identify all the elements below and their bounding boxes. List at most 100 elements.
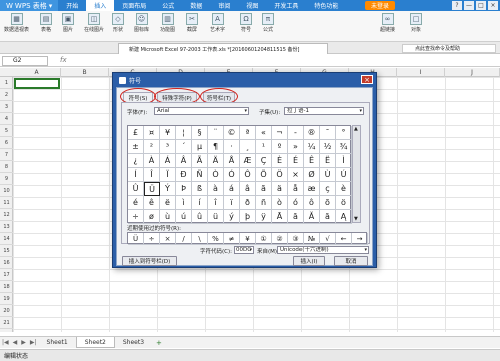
- recent-symbol-cell[interactable]: ÷: [144, 233, 160, 245]
- recent-symbol-cell[interactable]: →: [352, 233, 368, 245]
- row-header-cell[interactable]: 2: [0, 89, 13, 101]
- column-header-cell[interactable]: J: [445, 68, 500, 77]
- symbol-cell[interactable]: Õ: [256, 168, 272, 182]
- recent-symbol-cell[interactable]: ①: [256, 233, 272, 245]
- symbol-cell[interactable]: é: [128, 196, 144, 210]
- row-header-cell[interactable]: 17: [0, 269, 13, 281]
- symbol-cell[interactable]: §: [192, 126, 208, 140]
- symbol-cell[interactable]: û: [192, 210, 208, 224]
- name-box[interactable]: G2: [2, 56, 48, 66]
- symbol-cell[interactable]: ¦: [176, 126, 192, 140]
- row-header-cell[interactable]: 18: [0, 281, 13, 293]
- menu-view[interactable]: 视图: [238, 0, 266, 11]
- symbol-cell[interactable]: ã: [256, 182, 272, 196]
- recent-symbol-cell[interactable]: ←: [336, 233, 352, 245]
- symbol-cell[interactable]: ô: [304, 196, 320, 210]
- nav-last-icon[interactable]: ▶|: [28, 339, 39, 346]
- symbol-cell[interactable]: ±: [128, 140, 144, 154]
- nav-prev-icon[interactable]: ◀: [11, 339, 20, 346]
- symbol-cell[interactable]: Þ: [176, 182, 192, 196]
- symbol-cell[interactable]: ý: [224, 210, 240, 224]
- menu-page-layout[interactable]: 页面布局: [114, 0, 154, 11]
- symbol-cell[interactable]: »: [288, 140, 304, 154]
- row-header-cell[interactable]: 14: [0, 233, 13, 245]
- menu-data[interactable]: 数据: [182, 0, 210, 11]
- symbol-cell[interactable]: è: [336, 182, 352, 196]
- table-button[interactable]: ▤ 表格: [40, 13, 52, 33]
- row-header-cell[interactable]: 10: [0, 185, 13, 197]
- symbol-cell[interactable]: ā: [288, 210, 304, 224]
- symbol-cell[interactable]: ¾: [336, 140, 352, 154]
- symbol-cell[interactable]: É: [288, 154, 304, 168]
- menu-insert[interactable]: 插入: [86, 0, 115, 11]
- symbol-button[interactable]: Ω 符号: [240, 13, 252, 33]
- symbol-cell[interactable]: ®: [304, 126, 320, 140]
- close-icon[interactable]: ×: [488, 1, 498, 10]
- symbol-cell[interactable]: Á: [160, 154, 176, 168]
- recent-symbol-cell[interactable]: %: [208, 233, 224, 245]
- symbol-cell[interactable]: ë: [160, 196, 176, 210]
- symbol-cell[interactable]: ÿ: [256, 210, 272, 224]
- symbol-cell[interactable]: Ó: [224, 168, 240, 182]
- recent-symbol-cell[interactable]: №: [304, 233, 320, 245]
- symbol-cell[interactable]: ¬: [272, 126, 288, 140]
- row-header-cell[interactable]: 8: [0, 161, 13, 173]
- recent-symbol-cell[interactable]: /: [176, 233, 192, 245]
- charcode-input[interactable]: 00DC: [234, 246, 254, 254]
- symbol-cell[interactable]: þ: [240, 210, 256, 224]
- symbol-cell[interactable]: ¼: [304, 140, 320, 154]
- symbol-cell[interactable]: â: [240, 182, 256, 196]
- symbol-cell[interactable]: Û: [128, 182, 144, 196]
- symbol-cell[interactable]: ¨: [208, 126, 224, 140]
- symbol-cell[interactable]: î: [208, 196, 224, 210]
- symbol-cell[interactable]: ù: [160, 210, 176, 224]
- active-cell[interactable]: [14, 78, 60, 89]
- recent-symbol-cell[interactable]: ③: [288, 233, 304, 245]
- pivot-table-button[interactable]: ▦ 数据透视表: [4, 13, 29, 33]
- symbol-cell[interactable]: Ê: [304, 154, 320, 168]
- menu-formulas[interactable]: 公式: [154, 0, 182, 11]
- row-header-cell[interactable]: 4: [0, 113, 13, 125]
- symbol-cell[interactable]: º: [272, 140, 288, 154]
- minimize-icon[interactable]: —: [464, 1, 474, 10]
- symbol-cell[interactable]: ø: [144, 210, 160, 224]
- symbol-cell[interactable]: ³: [160, 140, 176, 154]
- recent-symbol-cell[interactable]: \: [192, 233, 208, 245]
- symbol-cell[interactable]: ê: [144, 196, 160, 210]
- app-menu-button[interactable]: W WPS 表格 ▾: [0, 0, 59, 11]
- symbol-cell[interactable]: ¤: [144, 126, 160, 140]
- symbol-cell[interactable]: ò: [272, 196, 288, 210]
- cancel-button[interactable]: 取消: [334, 256, 368, 266]
- symbol-cell[interactable]: ¶: [208, 140, 224, 154]
- subset-select[interactable]: 拉丁语-1: [284, 107, 364, 115]
- symbol-cell[interactable]: ü: [208, 210, 224, 224]
- row-header-cell[interactable]: 3: [0, 101, 13, 113]
- shapes-button[interactable]: ◇ 形状: [112, 13, 124, 33]
- document-tab[interactable]: 新建 Microsoft Excel 97-2003 工作表.xls *[201…: [118, 43, 328, 54]
- symbol-cell[interactable]: Ù: [320, 168, 336, 182]
- symbol-cell[interactable]: Ą: [336, 210, 352, 224]
- symbol-cell[interactable]: à: [208, 182, 224, 196]
- menu-features[interactable]: 特色功能: [306, 0, 346, 11]
- symbol-cell[interactable]: °: [336, 126, 352, 140]
- nav-next-icon[interactable]: ▶: [19, 339, 28, 346]
- symbol-cell[interactable]: ö: [336, 196, 352, 210]
- login-button[interactable]: 未登录: [365, 1, 395, 10]
- symbol-cell[interactable]: Ø: [304, 168, 320, 182]
- fx-icon[interactable]: fx: [60, 56, 67, 64]
- recent-symbol-cell[interactable]: Ü: [128, 233, 144, 245]
- help-icon[interactable]: ?: [452, 1, 462, 10]
- symbol-cell[interactable]: µ: [192, 140, 208, 154]
- recent-symbol-cell[interactable]: ×: [160, 233, 176, 245]
- column-header-cell[interactable]: B: [61, 68, 109, 77]
- symbol-cell[interactable]: Ï: [160, 168, 176, 182]
- menu-review[interactable]: 审阅: [210, 0, 238, 11]
- menu-home[interactable]: 开始: [58, 0, 86, 11]
- symbol-cell[interactable]: Æ: [240, 154, 256, 168]
- symbol-cell[interactable]: ç: [320, 182, 336, 196]
- symbol-cell[interactable]: Ü: [144, 182, 160, 196]
- row-header-cell[interactable]: 11: [0, 197, 13, 209]
- sheet-tab[interactable]: Sheet3: [115, 337, 152, 348]
- row-header-cell[interactable]: 20: [0, 305, 13, 317]
- maximize-icon[interactable]: □: [476, 1, 486, 10]
